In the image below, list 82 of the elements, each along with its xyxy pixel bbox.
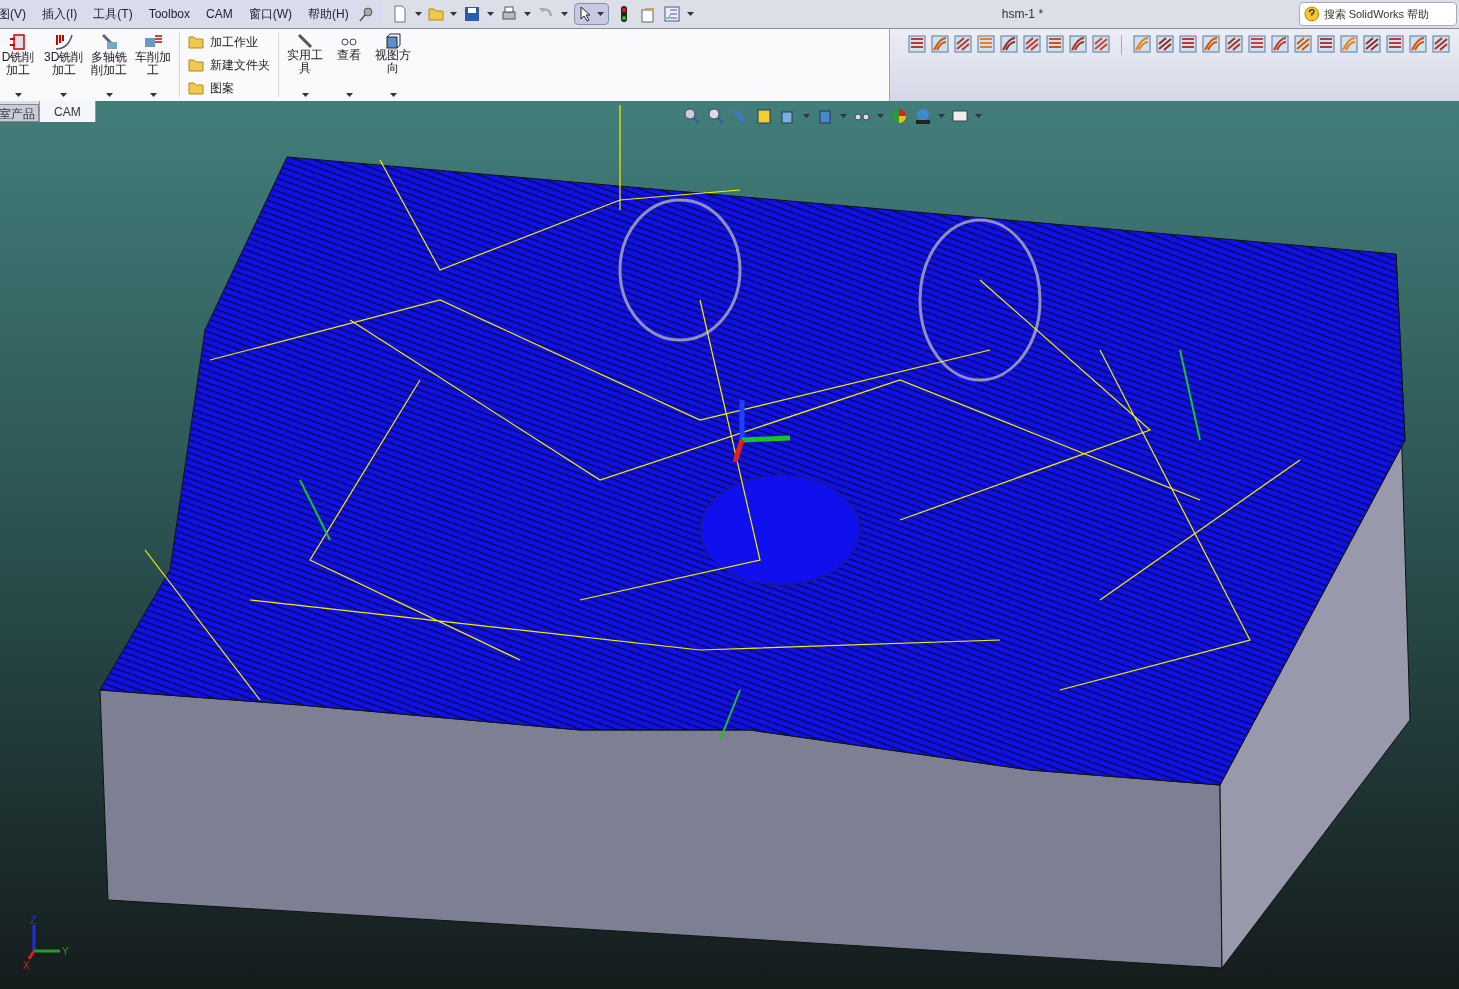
toolpath-strategy-icon[interactable] xyxy=(1248,35,1266,53)
menu-item[interactable]: CAM xyxy=(198,5,241,23)
ribbon-button[interactable]: 实用工 具 xyxy=(283,29,328,101)
tab[interactable]: CAM xyxy=(39,101,96,122)
dropdown-caret-icon[interactable] xyxy=(486,12,494,16)
toolpath-strategy-icon[interactable] xyxy=(1069,35,1087,53)
zoom-to-fit-icon[interactable] xyxy=(683,107,701,125)
dropdown-caret-icon[interactable] xyxy=(523,12,531,16)
pin-icon[interactable] xyxy=(356,5,375,23)
menu-item[interactable]: Toolbox xyxy=(140,5,199,23)
scene-icon[interactable] xyxy=(914,107,932,125)
ribbon-button[interactable]: 车削加 工 xyxy=(131,29,176,101)
x-axis-label: X xyxy=(23,960,30,971)
milling-icon xyxy=(53,33,74,51)
toolpath-strategy-icon[interactable] xyxy=(954,35,972,53)
tab[interactable]: 室产品 xyxy=(0,104,39,122)
help-question-icon xyxy=(1304,5,1320,23)
ribbon-button[interactable]: 多轴铣 削加工 xyxy=(87,29,132,101)
dropdown-caret-icon[interactable] xyxy=(414,12,422,16)
options-icon[interactable] xyxy=(638,5,657,23)
dropdown-caret-icon[interactable] xyxy=(596,12,604,16)
help-search-field[interactable]: 搜索 SolidWorks 帮助 xyxy=(1299,2,1457,26)
select-tool-button[interactable] xyxy=(573,3,609,25)
folder-icon xyxy=(427,7,444,21)
toolpath-strategy-icon[interactable] xyxy=(1156,35,1174,53)
ribbon-button[interactable]: 视图方 向 xyxy=(371,29,416,101)
checklist-icon[interactable] xyxy=(662,5,681,23)
z-axis-label: Z xyxy=(30,915,37,926)
dropdown-caret-icon[interactable] xyxy=(686,12,694,16)
toolpath-strategy-icon[interactable] xyxy=(1000,35,1018,53)
toolpath-strategy-icon[interactable] xyxy=(1363,35,1381,53)
window-title: hsm-1 * xyxy=(1001,6,1044,23)
monitor-icon[interactable] xyxy=(951,107,969,125)
milling-icon xyxy=(8,33,28,51)
toolpath-strategy-icon[interactable] xyxy=(1432,35,1450,53)
menu-item[interactable]: 窗口(W) xyxy=(240,5,301,23)
toolpath-strategy-icon[interactable] xyxy=(1179,35,1197,53)
origin-axes-icon xyxy=(732,400,791,463)
dropdown-caret-icon[interactable] xyxy=(345,93,353,97)
y-axis-label: Y xyxy=(62,946,69,957)
cursor-icon xyxy=(578,6,593,22)
toolpath-strategy-icon[interactable] xyxy=(1409,35,1427,53)
toolpath-strategy-icon[interactable] xyxy=(1092,35,1110,53)
dropdown-caret-icon[interactable] xyxy=(301,93,309,97)
dropdown-caret-icon[interactable] xyxy=(449,12,457,16)
ribbon-list-button[interactable]: 新建文件夹 xyxy=(188,56,271,74)
folder-icon xyxy=(188,35,205,50)
menu-item[interactable]: 帮助(H) xyxy=(300,5,357,23)
dropdown-caret-icon[interactable] xyxy=(14,93,22,97)
dropdown-caret-icon[interactable] xyxy=(149,93,157,97)
section-view-icon[interactable] xyxy=(755,107,773,125)
cube-icon xyxy=(384,33,403,49)
toolpath-strategy-icon[interactable] xyxy=(1225,35,1243,53)
print-icon[interactable] xyxy=(499,5,518,23)
ribbon-button[interactable]: D铣削 加工 xyxy=(0,29,40,101)
toolpath-strategy-icon[interactable] xyxy=(1271,35,1289,53)
toolpath-strategy-icon[interactable] xyxy=(1317,35,1335,53)
toolpath-strategy-icon[interactable] xyxy=(908,35,926,53)
ribbon-list-button[interactable]: 图案 xyxy=(188,78,271,97)
multi-axis-icon xyxy=(99,33,120,51)
ribbon-list-button[interactable]: 加工作业 xyxy=(188,33,271,52)
graphics-viewport[interactable]: 室产品 CAM Z Y X xyxy=(0,101,1459,989)
menu-item[interactable]: 插入(I) xyxy=(34,5,86,23)
toolpath-strategy-icon[interactable] xyxy=(1046,35,1064,53)
ribbon-button[interactable]: 3D铣削 加工 xyxy=(40,29,88,101)
zoom-area-icon[interactable] xyxy=(707,107,725,125)
folder-icon xyxy=(188,80,205,95)
dropdown-caret-icon[interactable] xyxy=(389,93,397,97)
ribbon-button[interactable]: 查看 xyxy=(327,29,372,101)
toolpath-strategy-icon[interactable] xyxy=(1202,35,1220,53)
toolpath-strategy-icon[interactable] xyxy=(1294,35,1312,53)
toolpath-strategy-icon[interactable] xyxy=(1386,35,1404,53)
appearance-icon[interactable] xyxy=(890,107,908,125)
menu-item[interactable]: 工具(T) xyxy=(85,5,141,23)
folder-icon xyxy=(188,58,205,72)
axis-triad-icon xyxy=(27,925,60,960)
save-icon[interactable] xyxy=(462,5,481,23)
toolpath-strategy-icon[interactable] xyxy=(931,35,949,53)
dropdown-caret-icon[interactable] xyxy=(60,93,68,97)
dropdown-caret-icon[interactable] xyxy=(105,93,113,97)
dropdown-caret-icon[interactable] xyxy=(560,12,568,16)
toolpath-strategy-icon[interactable] xyxy=(1023,35,1041,53)
